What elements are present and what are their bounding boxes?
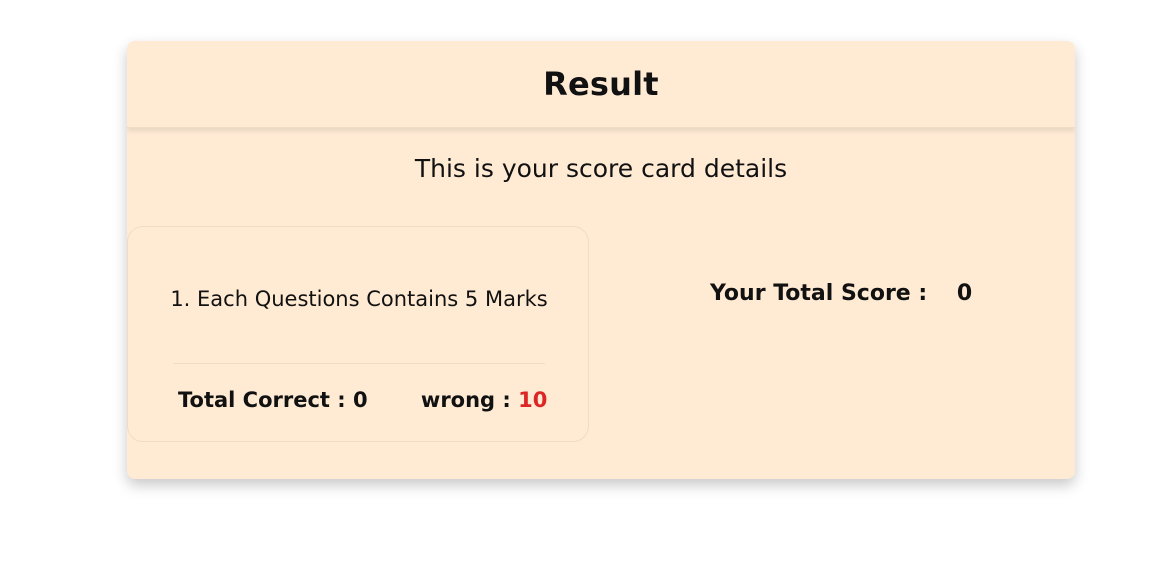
wrong-label: wrong : [420, 388, 511, 412]
result-card: Result This is your score card details 1… [127, 41, 1075, 479]
correct-label: Total Correct : [178, 388, 346, 412]
correct-value: 0 [352, 388, 368, 412]
page-title: Result [543, 65, 659, 103]
marking-rule: 1. Each Questions Contains 5 Marks [170, 287, 548, 311]
wrong-value: 10 [518, 388, 548, 412]
wrong-stat: wrong : 10 [421, 388, 547, 412]
total-score-label: Your Total Score : [710, 281, 928, 306]
correct-stat: Total Correct : 0 [178, 388, 375, 412]
answer-stats: Total Correct : 0 wrong : 10 [178, 385, 547, 415]
total-score: Your Total Score : 0 [710, 279, 972, 309]
summary-panel: 1. Each Questions Contains 5 Marks Total… [127, 226, 589, 442]
summary-divider [173, 363, 545, 364]
total-score-value: 0 [956, 281, 973, 306]
card-header: Result [127, 41, 1075, 128]
score-card-subtitle: This is your score card details [414, 154, 788, 183]
